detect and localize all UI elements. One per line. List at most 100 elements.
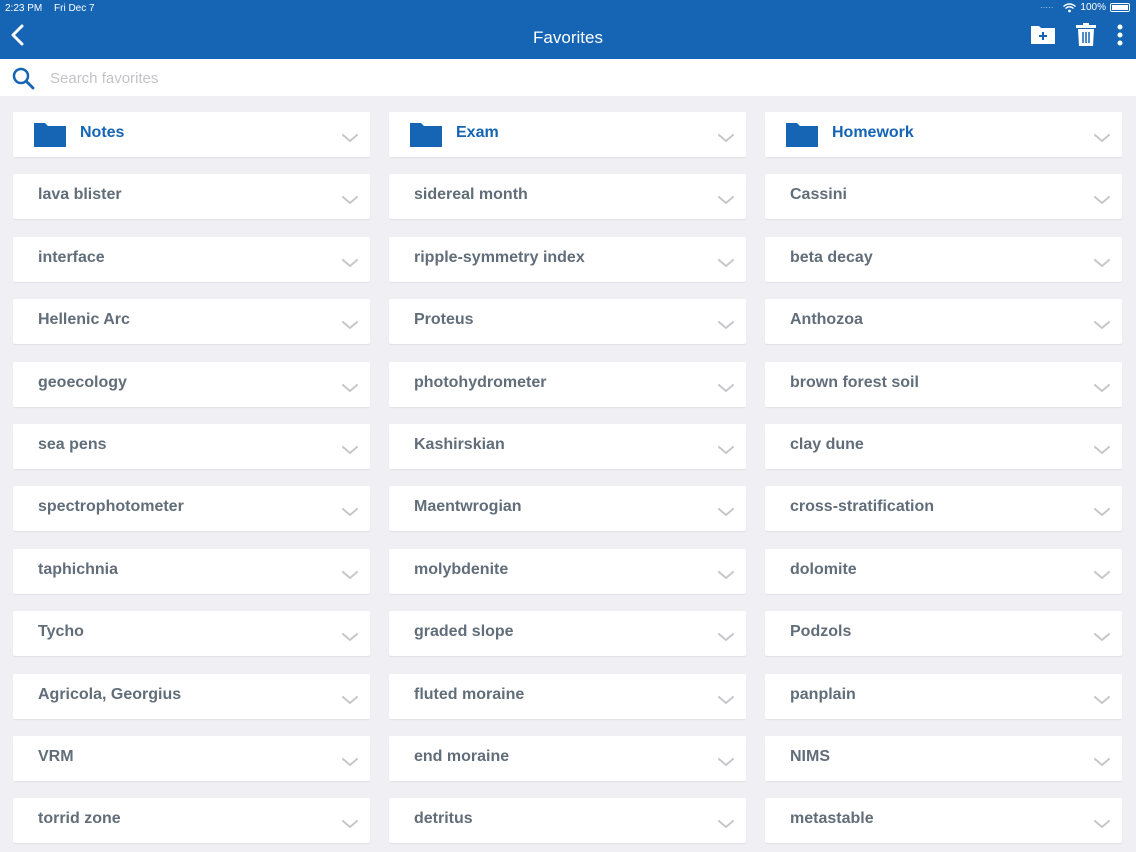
favorite-item[interactable]: graded slope: [389, 611, 746, 656]
favorite-item[interactable]: cross-stratification: [765, 486, 1122, 531]
favorite-item-label: Tycho: [38, 623, 84, 640]
new-folder-icon: [1031, 26, 1055, 44]
favorite-item[interactable]: metastable: [765, 798, 1122, 843]
favorite-item[interactable]: sea pens: [13, 424, 370, 469]
favorites-grid: Notes lava blister interface Hellenic Arc ge…: [0, 96, 1136, 852]
favorite-item[interactable]: brown forest soil: [765, 362, 1122, 407]
chevron-down-icon[interactable]: [718, 380, 734, 398]
chevron-down-icon[interactable]: [342, 504, 358, 522]
favorite-item[interactable]: end moraine: [389, 736, 746, 781]
chevron-down-icon[interactable]: [1094, 255, 1110, 273]
favorite-item[interactable]: dolomite: [765, 549, 1122, 594]
chevron-down-icon[interactable]: [342, 255, 358, 273]
favorite-item-label: lava blister: [38, 186, 122, 203]
favorite-item-label: torrid zone: [38, 810, 121, 827]
favorite-item[interactable]: geoecology: [13, 362, 370, 407]
chevron-down-icon[interactable]: [342, 130, 358, 148]
header-bar: 2:23 PM Fri Dec 7 ····· 100% Favorites: [0, 0, 1136, 59]
chevron-down-icon[interactable]: [1094, 442, 1110, 460]
folder-label: Homework: [832, 124, 914, 141]
favorite-item[interactable]: beta decay: [765, 237, 1122, 282]
chevron-down-icon[interactable]: [342, 692, 358, 710]
folder-label: Exam: [456, 124, 499, 141]
chevron-down-icon[interactable]: [342, 816, 358, 834]
chevron-down-icon[interactable]: [1094, 629, 1110, 647]
trash-icon: [1076, 23, 1096, 46]
chevron-down-icon[interactable]: [342, 192, 358, 210]
favorite-item[interactable]: Kashirskian: [389, 424, 746, 469]
folder-card[interactable]: Notes: [13, 112, 370, 157]
chevron-down-icon[interactable]: [1094, 380, 1110, 398]
favorite-item[interactable]: Tycho: [13, 611, 370, 656]
folder-icon: [786, 121, 818, 152]
favorite-item[interactable]: clay dune: [765, 424, 1122, 469]
more-options-button[interactable]: [1115, 23, 1125, 52]
favorite-item[interactable]: Agricola, Georgius: [13, 674, 370, 719]
favorite-item[interactable]: spectrophotometer: [13, 486, 370, 531]
favorite-item[interactable]: Podzols: [765, 611, 1122, 656]
favorite-item[interactable]: Maentwrogian: [389, 486, 746, 531]
chevron-down-icon[interactable]: [718, 567, 734, 585]
favorite-item[interactable]: fluted moraine: [389, 674, 746, 719]
favorite-item-label: sea pens: [38, 436, 107, 453]
folder-icon: [410, 121, 442, 152]
chevron-down-icon[interactable]: [1094, 816, 1110, 834]
chevron-down-icon[interactable]: [1094, 317, 1110, 335]
chevron-down-icon[interactable]: [342, 754, 358, 772]
favorite-item[interactable]: Proteus: [389, 299, 746, 344]
favorite-item[interactable]: NIMS: [765, 736, 1122, 781]
favorite-item-label: interface: [38, 249, 105, 266]
favorite-item[interactable]: panplain: [765, 674, 1122, 719]
chevron-down-icon[interactable]: [1094, 192, 1110, 210]
favorite-item-label: molybdenite: [414, 561, 509, 578]
favorite-item[interactable]: taphichnia: [13, 549, 370, 594]
chevron-down-icon[interactable]: [718, 504, 734, 522]
chevron-down-icon[interactable]: [718, 192, 734, 210]
favorite-item[interactable]: Anthozoa: [765, 299, 1122, 344]
battery-percent: 100%: [1080, 2, 1106, 13]
favorite-item-label: VRM: [38, 748, 74, 765]
chevron-down-icon[interactable]: [342, 629, 358, 647]
chevron-down-icon[interactable]: [1094, 692, 1110, 710]
favorite-item-label: taphichnia: [38, 561, 119, 578]
favorite-item[interactable]: VRM: [13, 736, 370, 781]
favorite-item[interactable]: ripple-symmetry index: [389, 237, 746, 282]
chevron-down-icon[interactable]: [718, 317, 734, 335]
chevron-down-icon[interactable]: [1094, 567, 1110, 585]
search-input[interactable]: [50, 67, 650, 89]
favorite-item[interactable]: sidereal month: [389, 174, 746, 219]
search-bar: [0, 59, 1136, 96]
new-folder-button[interactable]: [1030, 23, 1056, 50]
chevron-down-icon[interactable]: [342, 567, 358, 585]
chevron-down-icon[interactable]: [342, 380, 358, 398]
chevron-down-icon[interactable]: [718, 692, 734, 710]
folder-card[interactable]: Exam: [389, 112, 746, 157]
favorite-item[interactable]: detritus: [389, 798, 746, 843]
favorite-item[interactable]: photohydrometer: [389, 362, 746, 407]
favorite-item-label: spectrophotometer: [38, 498, 184, 515]
chevron-down-icon[interactable]: [1094, 504, 1110, 522]
favorite-item[interactable]: lava blister: [13, 174, 370, 219]
delete-button[interactable]: [1076, 23, 1096, 52]
chevron-down-icon[interactable]: [342, 442, 358, 460]
folder-card[interactable]: Homework: [765, 112, 1122, 157]
folder-icon: [34, 121, 66, 152]
chevron-down-icon[interactable]: [718, 130, 734, 148]
chevron-down-icon[interactable]: [1094, 130, 1110, 148]
chevron-down-icon[interactable]: [342, 317, 358, 335]
favorite-item[interactable]: Cassini: [765, 174, 1122, 219]
chevron-down-icon[interactable]: [718, 629, 734, 647]
favorite-item-label: metastable: [790, 810, 874, 827]
favorite-item-label: graded slope: [414, 623, 514, 640]
chevron-down-icon[interactable]: [718, 754, 734, 772]
chevron-down-icon[interactable]: [718, 816, 734, 834]
favorite-item-label: ripple-symmetry index: [414, 249, 585, 266]
favorite-item-label: sidereal month: [414, 186, 528, 203]
chevron-down-icon[interactable]: [1094, 754, 1110, 772]
chevron-down-icon[interactable]: [718, 255, 734, 273]
favorite-item[interactable]: torrid zone: [13, 798, 370, 843]
chevron-down-icon[interactable]: [718, 442, 734, 460]
favorite-item[interactable]: molybdenite: [389, 549, 746, 594]
favorite-item[interactable]: Hellenic Arc: [13, 299, 370, 344]
favorite-item[interactable]: interface: [13, 237, 370, 282]
